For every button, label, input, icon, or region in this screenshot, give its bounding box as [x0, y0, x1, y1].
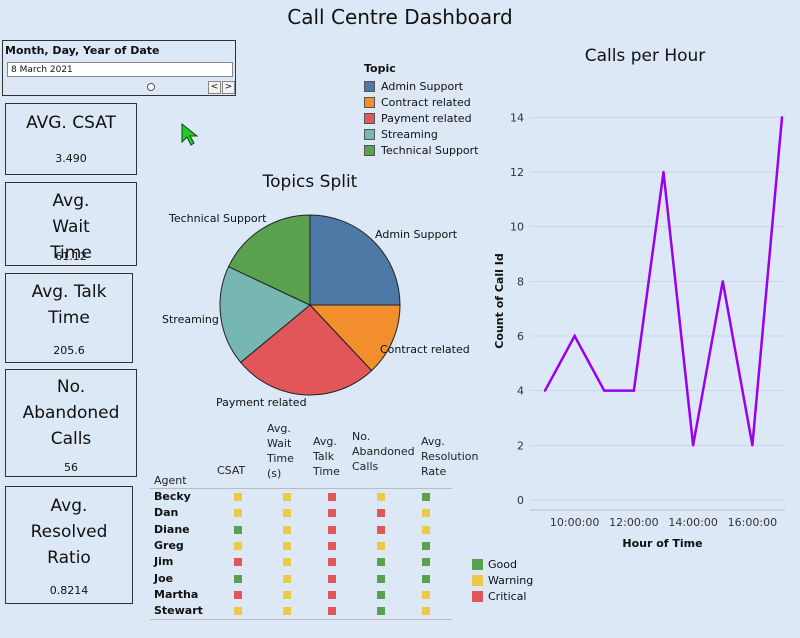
- status-cell-martha-avg-wait-time-s[interactable]: [283, 590, 291, 599]
- table-header-divider: [150, 488, 452, 489]
- agent-name: Diane: [154, 522, 190, 536]
- status-cell-greg-csat[interactable]: [234, 541, 242, 550]
- status-cell-becky-csat[interactable]: [234, 493, 242, 501]
- status-cell-dan-avg-resolution-rate[interactable]: [422, 509, 430, 518]
- legend-critical: Critical: [472, 590, 526, 603]
- agent-name: Greg: [154, 538, 184, 552]
- status-cell-joe-csat[interactable]: [234, 574, 242, 583]
- status-cell-martha-csat[interactable]: [234, 590, 242, 599]
- status-cell-becky-avg-wait-time-s[interactable]: [283, 493, 291, 501]
- status-cell-stewart-avg-talk-time[interactable]: [328, 607, 336, 616]
- table-bottom-divider: [150, 619, 452, 620]
- column-header-avg-resolution-rate: Avg. Resolution Rate: [421, 435, 479, 478]
- agent-name: Joe: [154, 571, 174, 585]
- status-cell-diane-avg-wait-time-s[interactable]: [283, 525, 291, 534]
- status-cell-becky-avg-resolution-rate[interactable]: [422, 493, 430, 501]
- status-cell-diane-avg-resolution-rate[interactable]: [422, 525, 430, 534]
- status-cell-joe-no-abandoned-calls[interactable]: [377, 574, 385, 583]
- swatch-icon: [472, 575, 483, 586]
- legend-label: Critical: [488, 590, 527, 603]
- column-header-agent: Agent: [154, 474, 187, 487]
- column-header-avg-talk-time: Avg. Talk Time: [313, 435, 340, 478]
- status-cell-jim-no-abandoned-calls[interactable]: [377, 558, 385, 567]
- status-cell-greg-avg-wait-time-s[interactable]: [283, 541, 291, 550]
- legend-label: Good: [488, 558, 517, 571]
- swatch-icon: [472, 559, 483, 570]
- status-cell-diane-avg-talk-time[interactable]: [328, 525, 336, 534]
- status-cell-jim-avg-wait-time-s[interactable]: [283, 558, 291, 567]
- status-cell-jim-avg-talk-time[interactable]: [328, 558, 336, 567]
- agent-name: Dan: [154, 506, 179, 520]
- status-cell-greg-avg-resolution-rate[interactable]: [422, 541, 430, 550]
- status-cell-stewart-no-abandoned-calls[interactable]: [377, 607, 385, 616]
- status-cell-greg-no-abandoned-calls[interactable]: [377, 541, 385, 550]
- status-cell-dan-csat[interactable]: [234, 509, 242, 518]
- status-cell-dan-avg-wait-time-s[interactable]: [283, 509, 291, 518]
- column-header-no-abandoned-calls: No. Abandoned Calls: [352, 430, 415, 473]
- status-cell-stewart-avg-resolution-rate[interactable]: [422, 607, 430, 616]
- column-header-csat: CSAT: [217, 464, 246, 477]
- agent-name: Martha: [154, 587, 199, 601]
- agent-status-table: Agent CSAT Avg. Wait Time (s) Avg. Talk Tim…: [0, 0, 800, 638]
- status-cell-jim-avg-resolution-rate[interactable]: [422, 558, 430, 567]
- status-cell-diane-no-abandoned-calls[interactable]: [377, 525, 385, 534]
- status-cell-greg-avg-talk-time[interactable]: [328, 541, 336, 550]
- status-cell-joe-avg-wait-time-s[interactable]: [283, 574, 291, 583]
- legend-label: Warning: [488, 574, 534, 587]
- status-cell-dan-no-abandoned-calls[interactable]: [377, 509, 385, 518]
- agent-name: Jim: [154, 555, 174, 569]
- status-cell-becky-avg-talk-time[interactable]: [328, 493, 336, 501]
- status-cell-stewart-avg-wait-time-s[interactable]: [283, 607, 291, 616]
- legend-good: Good: [472, 558, 517, 571]
- swatch-icon: [472, 591, 483, 602]
- status-cell-joe-avg-resolution-rate[interactable]: [422, 574, 430, 583]
- status-cell-martha-no-abandoned-calls[interactable]: [377, 590, 385, 599]
- column-header-avg-wait-time-s: Avg. Wait Time (s): [267, 422, 294, 480]
- status-cell-diane-csat[interactable]: [234, 525, 242, 534]
- legend-warning: Warning: [472, 574, 533, 587]
- status-cell-martha-avg-talk-time[interactable]: [328, 590, 336, 599]
- status-cell-martha-avg-resolution-rate[interactable]: [422, 590, 430, 599]
- status-cell-jim-csat[interactable]: [234, 558, 242, 567]
- agent-name: Stewart: [154, 604, 203, 618]
- status-cell-joe-avg-talk-time[interactable]: [328, 574, 336, 583]
- agent-name: Becky: [154, 490, 191, 503]
- status-cell-dan-avg-talk-time[interactable]: [328, 509, 336, 518]
- status-cell-stewart-csat[interactable]: [234, 607, 242, 616]
- status-cell-becky-no-abandoned-calls[interactable]: [377, 493, 385, 501]
